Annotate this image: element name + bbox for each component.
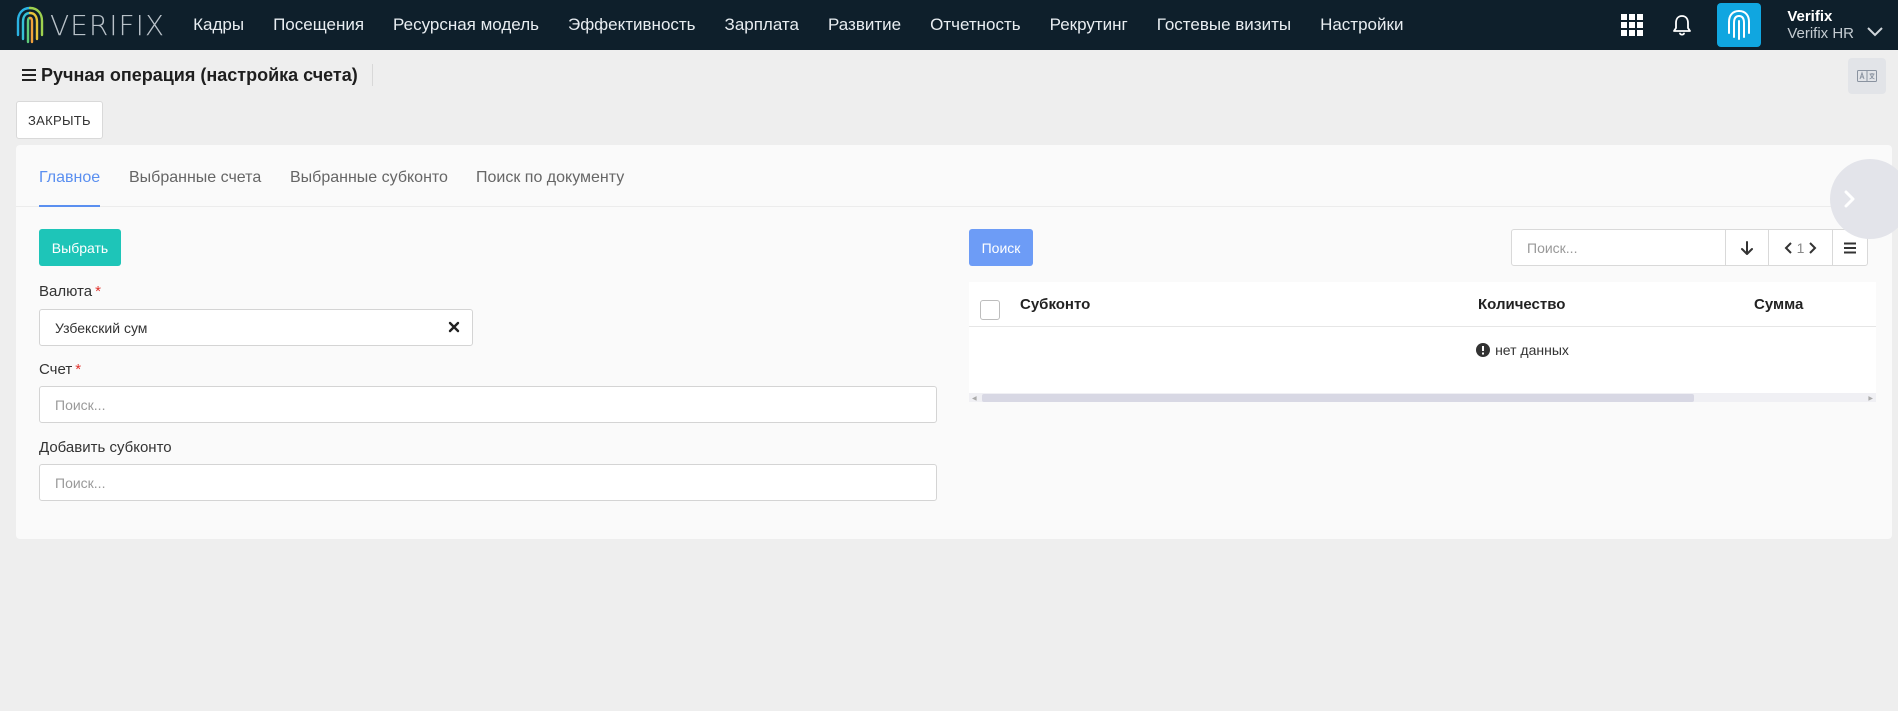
page-header: Ручная операция (настройка счета) [22,62,373,88]
account-label: Счет * [39,361,82,378]
main-nav: Кадры Посещения Ресурсная модель Эффекти… [193,0,1432,50]
chevron-right-icon [1844,190,1855,208]
user-menu[interactable]: Verifix Verifix HR [1787,8,1854,43]
column-header-quantity[interactable]: Количество [1478,296,1565,313]
nav-item-guest-visits[interactable]: Гостевые визиты [1157,15,1291,35]
translate-icon [1857,70,1877,82]
select-all-checkbox[interactable] [980,300,1000,320]
currency-value: Узбекский сум [55,319,148,336]
navbar-right: Verifix Verifix HR [1621,0,1898,50]
subconto-search-input[interactable]: Поиск... [39,464,937,501]
grid-toolbar: Поиск... 1 [1511,229,1868,266]
nav-item-recruiting[interactable]: Рекрутинг [1050,15,1128,35]
currency-field[interactable]: Узбекский сум [39,309,473,346]
clear-icon[interactable] [447,320,461,334]
info-alert-icon [1476,343,1491,357]
horizontal-scrollbar[interactable]: ◀ ▶ [969,393,1876,402]
fingerprint-icon [1728,10,1751,40]
empty-text: нет данных [1495,342,1569,358]
page-number: 1 [1796,239,1805,256]
pager: 1 [1769,230,1833,265]
table-header: Субконто Количество Сумма [969,282,1876,327]
header-divider [371,64,373,86]
required-mark: * [75,361,82,378]
logo-text: VERIFIX [50,8,166,42]
sort-button[interactable] [1726,230,1769,265]
main-card: Главное Выбранные счета Выбранные субкон… [16,145,1892,539]
nav-item-kadry[interactable]: Кадры [193,15,244,35]
chevron-right-icon[interactable] [1808,241,1817,255]
grid-search-input[interactable]: Поиск... [1512,230,1726,265]
chevron-down-icon[interactable] [1866,26,1884,38]
select-button[interactable]: Выбрать [39,229,121,266]
required-mark: * [95,283,101,300]
nav-item-development[interactable]: Развитие [828,15,901,35]
nav-item-salary[interactable]: Зарплата [725,15,799,35]
subconto-table: Субконто Количество Сумма нет данных ◀ ▶ [969,282,1876,402]
nav-item-resource-model[interactable]: Ресурсная модель [393,15,539,35]
empty-state: нет данных [969,342,1876,358]
fingerprint-logo-icon [16,6,44,44]
currency-label: Валюта * [39,283,101,300]
hamburger-menu-icon[interactable] [22,69,36,81]
column-header-subconto[interactable]: Субконто [1020,296,1090,313]
top-navbar: VERIFIX Кадры Посещения Ресурсная модель… [0,0,1898,50]
chevron-left-icon[interactable] [1784,241,1793,255]
nav-item-efficiency[interactable]: Эффективность [568,15,696,35]
user-company: Verifix HR [1787,24,1854,42]
add-subconto-label: Добавить субконто [39,439,172,456]
bell-icon[interactable] [1671,13,1693,37]
search-button[interactable]: Поиск [969,229,1033,266]
account-search-input[interactable]: Поиск... [39,386,937,423]
close-button[interactable]: ЗАКРЫТЬ [16,101,103,139]
arrow-down-icon [1741,240,1753,255]
page-title: Ручная операция (настройка счета) [41,64,358,85]
app-logo[interactable]: VERIFIX [14,0,165,50]
tab-bar: Главное Выбранные счета Выбранные субкон… [16,145,1892,207]
translate-button[interactable] [1848,58,1886,94]
scrollbar-thumb[interactable] [982,394,1694,402]
avatar[interactable] [1717,3,1762,47]
tab-selected-accounts[interactable]: Выбранные счета [129,169,261,207]
nav-item-reports[interactable]: Отчетность [930,15,1021,35]
tab-document-search[interactable]: Поиск по документу [476,169,624,207]
tab-main[interactable]: Главное [39,169,101,207]
apps-grid-icon[interactable] [1621,14,1644,36]
nav-item-visits[interactable]: Посещения [273,15,364,35]
list-menu-icon [1844,242,1856,253]
scroll-right-icon[interactable]: ▶ [1868,395,1873,402]
column-header-sum[interactable]: Сумма [1754,296,1803,313]
tab-selected-subconto[interactable]: Выбранные субконто [290,169,448,207]
user-name: Verifix [1787,7,1833,25]
nav-item-settings[interactable]: Настройки [1320,15,1403,35]
scroll-left-icon[interactable]: ◀ [972,395,977,402]
